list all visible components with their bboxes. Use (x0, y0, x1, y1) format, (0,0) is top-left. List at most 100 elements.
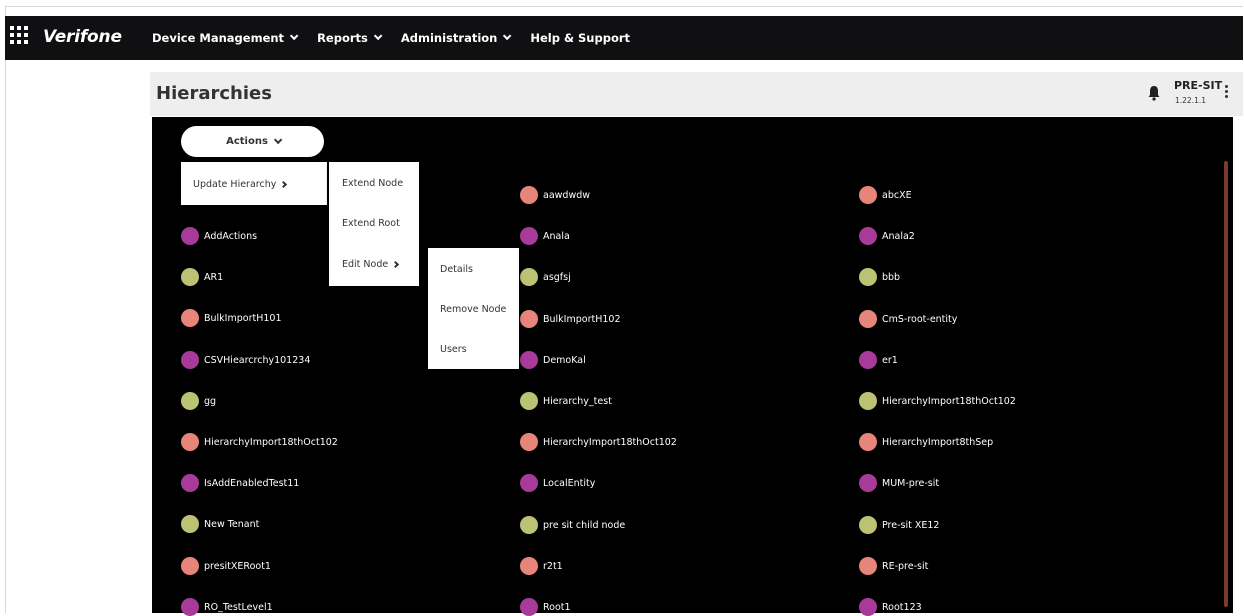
nav-reports[interactable]: Reports (317, 31, 383, 45)
node-label: Anala (543, 230, 570, 242)
hierarchy-node[interactable]: r2t1 (520, 557, 563, 575)
node-label: Pre-sit XE12 (882, 519, 940, 531)
node-label: HierarchyImport18thOct102 (882, 395, 1016, 407)
hierarchy-node[interactable]: RO_TestLevel1 (181, 598, 273, 616)
hierarchy-node[interactable]: LocalEntity (520, 474, 595, 492)
node-color-dot (181, 227, 199, 245)
hierarchy-node[interactable]: HierarchyImport8thSep (859, 433, 993, 451)
menu-users[interactable]: Users (440, 344, 467, 355)
app-launcher-grid-icon[interactable] (10, 26, 32, 48)
menu-label: Update Hierarchy (193, 179, 277, 190)
node-label: RE-pre-sit (882, 560, 929, 572)
hierarchy-node[interactable]: er1 (859, 351, 898, 369)
hierarchy-node[interactable]: bbb (859, 268, 900, 286)
node-label: RO_TestLevel1 (204, 601, 273, 613)
actions-label: Actions (226, 136, 268, 147)
node-label: AddActions (204, 230, 258, 242)
nav-device-management[interactable]: Device Management (152, 31, 299, 45)
node-label: aawdwdw (543, 189, 591, 201)
hierarchy-node[interactable]: MUM-pre-sit (859, 474, 939, 492)
node-label: MUM-pre-sit (882, 477, 940, 489)
more-options-icon[interactable] (1225, 85, 1229, 101)
node-label: Root1 (543, 601, 571, 613)
node-color-dot (181, 392, 199, 410)
node-label: presitXERoot1 (204, 560, 271, 572)
hierarchy-node[interactable]: asgfsj (520, 268, 571, 286)
menu-details[interactable]: Details (440, 264, 473, 275)
nav-label: Administration (400, 31, 498, 45)
node-color-dot (520, 516, 538, 534)
node-color-dot (181, 474, 199, 492)
hierarchy-node[interactable]: HierarchyImport18thOct102 (520, 433, 677, 451)
node-label: LocalEntity (543, 477, 596, 489)
hierarchy-node[interactable]: Root1 (520, 598, 571, 616)
page-header: Hierarchies PRE-SIT 1.22.1.1 (150, 72, 1243, 116)
actions-menu: Update Hierarchy (181, 162, 327, 205)
update-hierarchy-submenu: Extend Node Extend Root Edit Node (329, 162, 419, 286)
node-label: asgfsj (543, 271, 571, 283)
actions-button[interactable]: Actions (181, 126, 324, 157)
hierarchy-node[interactable]: aawdwdw (520, 186, 590, 204)
hierarchy-node[interactable]: HierarchyImport18thOct102 (181, 433, 338, 451)
menu-label: Edit Node (342, 259, 389, 270)
hierarchy-node[interactable]: presitXERoot1 (181, 557, 271, 575)
menu-remove-node[interactable]: Remove Node (440, 304, 506, 315)
menu-update-hierarchy[interactable]: Update Hierarchy (193, 179, 288, 190)
node-label: CmS-root-entity (882, 313, 958, 325)
vertical-scrollbar[interactable] (1224, 161, 1228, 607)
hierarchy-node[interactable]: HierarchyImport18thOct102 (859, 392, 1016, 410)
bell-icon[interactable] (1147, 85, 1161, 101)
node-color-dot (859, 310, 877, 328)
hierarchy-node[interactable]: DemoKal (520, 351, 586, 369)
chevron-down-icon (273, 135, 283, 144)
chevron-down-icon (503, 31, 512, 41)
hierarchy-node[interactable]: BulkImportH101 (181, 309, 281, 327)
hierarchy-node[interactable]: CSVHiearcrchy101234 (181, 351, 310, 369)
hierarchy-node[interactable]: CmS-root-entity (859, 310, 957, 328)
menu-extend-node[interactable]: Extend Node (342, 178, 403, 189)
node-color-dot (859, 186, 877, 204)
hierarchy-node[interactable]: BulkImportH102 (520, 310, 620, 328)
node-color-dot (859, 268, 877, 286)
node-label: DemoKal (543, 354, 586, 366)
node-color-dot (181, 515, 199, 533)
hierarchy-node[interactable]: AddActions (181, 227, 257, 245)
node-label: IsAddEnabledTest11 (204, 477, 300, 489)
hierarchy-node[interactable]: pre sit child node (520, 516, 625, 534)
hierarchy-node[interactable]: IsAddEnabledTest11 (181, 474, 299, 492)
chevron-down-icon (289, 31, 299, 41)
nav-label: Device Management (152, 31, 285, 45)
hierarchy-node[interactable]: Hierarchy_test (520, 392, 612, 410)
hierarchy-node[interactable]: abcXE (859, 186, 912, 204)
node-label: HierarchyImport18thOct102 (543, 436, 677, 448)
hierarchy-node[interactable]: Root123 (859, 598, 922, 616)
node-color-dot (520, 227, 538, 245)
menu-edit-node[interactable]: Edit Node (342, 259, 400, 270)
hierarchy-node[interactable]: AR1 (181, 268, 223, 286)
nav-help-support[interactable]: Help & Support (530, 31, 630, 45)
brand-logo[interactable]: Verifone (43, 27, 122, 47)
page-title: Hierarchies (156, 83, 272, 104)
version-label: 1.22.1.1 (1175, 96, 1207, 105)
node-label: HierarchyImport8thSep (882, 436, 994, 448)
hierarchy-node[interactable]: RE-pre-sit (859, 557, 928, 575)
hierarchy-node[interactable]: gg (181, 392, 216, 410)
node-color-dot (181, 557, 199, 575)
chevron-right-icon (392, 260, 400, 269)
hierarchy-node[interactable]: Pre-sit XE12 (859, 516, 939, 534)
nav-administration[interactable]: Administration (400, 31, 512, 45)
node-label: abcXE (882, 189, 912, 201)
hierarchy-node[interactable]: Anala2 (859, 227, 915, 245)
hierarchy-node[interactable]: Anala (520, 227, 570, 245)
node-color-dot (520, 474, 538, 492)
menu-extend-root[interactable]: Extend Root (342, 218, 400, 229)
node-color-dot (520, 351, 538, 369)
node-label: Root123 (882, 601, 922, 613)
hierarchy-node[interactable]: New Tenant (181, 515, 259, 533)
node-label: BulkImportH101 (204, 312, 282, 324)
node-color-dot (181, 268, 199, 286)
node-color-dot (520, 268, 538, 286)
node-color-dot (859, 433, 877, 451)
node-label: gg (204, 395, 217, 407)
node-color-dot (859, 516, 877, 534)
